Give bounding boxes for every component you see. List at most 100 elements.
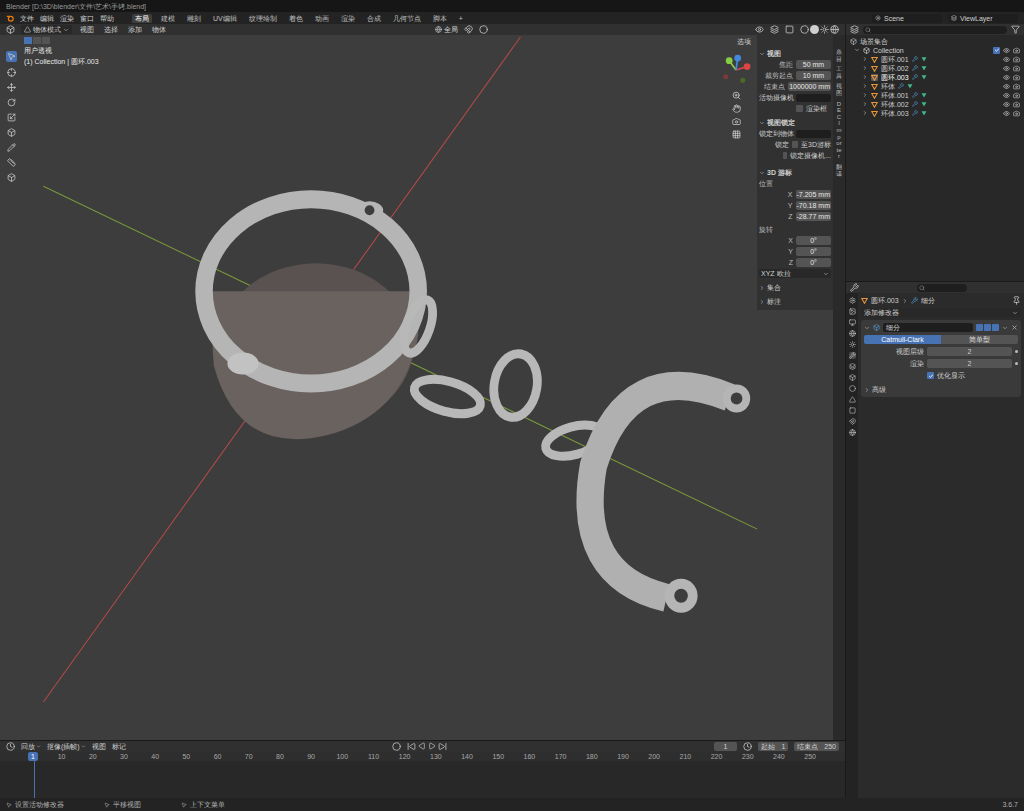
main-menu-item[interactable]: 文件 — [20, 14, 34, 23]
overlay-icon[interactable] — [770, 25, 779, 34]
blender-logo-icon[interactable] — [6, 14, 14, 22]
jump-end-icon[interactable] — [438, 742, 447, 751]
render-icon[interactable] — [1013, 74, 1020, 81]
workspace-tab[interactable]: 着色 — [286, 14, 306, 23]
properties-tab-icon[interactable] — [849, 385, 856, 392]
editor-type-icon[interactable] — [850, 283, 859, 292]
type-option[interactable]: 简单型 — [941, 335, 1018, 344]
sidebar-tab[interactable]: 条目 — [836, 49, 842, 62]
expand-icon[interactable] — [862, 65, 868, 71]
workspace-tab[interactable]: 雕刻 — [184, 14, 204, 23]
viewport-menu[interactable]: 物体 — [150, 25, 168, 34]
select-mode-button[interactable] — [33, 37, 41, 44]
camera-icon[interactable] — [732, 117, 741, 126]
view-layer-selector[interactable]: ViewLayer — [948, 14, 1018, 23]
outliner-row[interactable]: 圆环.003 — [850, 73, 1020, 81]
render-icon[interactable] — [1013, 83, 1020, 90]
editor-type-icon[interactable] — [850, 25, 859, 34]
outliner-row[interactable]: 圆环.002 — [850, 64, 1020, 72]
timeline-body[interactable]: 1020304050607080901001101201301401501601… — [0, 752, 845, 798]
transform-icon[interactable] — [7, 128, 16, 137]
scale-icon[interactable] — [7, 113, 16, 122]
section-header[interactable]: 3D 游标 — [759, 168, 831, 177]
play-reverse-icon[interactable] — [418, 742, 426, 750]
render-icon[interactable] — [830, 25, 839, 34]
clock-icon[interactable] — [743, 742, 752, 751]
advanced-section[interactable]: 高级 — [864, 385, 1018, 394]
workspace-tab[interactable]: 脚本 — [430, 14, 450, 23]
expand-icon[interactable] — [862, 74, 868, 80]
optimal-display-checkbox[interactable] — [927, 372, 934, 379]
visibility-icon[interactable] — [755, 25, 764, 34]
property-field[interactable]: -7.205 mm — [796, 190, 831, 199]
viewport-menu[interactable]: 选择 — [102, 25, 120, 34]
camera-field[interactable] — [796, 94, 831, 102]
render-icon[interactable] — [1013, 65, 1020, 72]
sidebar-tab[interactable]: 翻译 — [836, 164, 842, 177]
timeline-menu[interactable]: 回放 — [21, 742, 41, 751]
options-dropdown[interactable]: 选项 — [737, 37, 751, 46]
outliner-row[interactable]: 环体.003 — [850, 109, 1020, 117]
properties-tab-icon[interactable] — [849, 352, 856, 359]
main-menu-item[interactable]: 编辑 — [40, 14, 54, 23]
annotate-icon[interactable] — [7, 143, 16, 152]
remove-icon[interactable] — [1011, 324, 1018, 331]
mode-dropdown[interactable]: 物体模式 — [21, 25, 72, 34]
properties-tab-icon[interactable] — [849, 308, 856, 315]
edit-mode-toggle[interactable] — [976, 324, 983, 331]
outliner-row[interactable]: 场景集合 — [850, 37, 1020, 45]
properties-tab-icon[interactable] — [849, 407, 856, 414]
solid-shading-icon[interactable] — [810, 25, 819, 34]
main-menu-item[interactable]: 窗口 — [80, 14, 94, 23]
timeline-menu[interactable]: 视图 — [92, 742, 106, 751]
add-cube-icon[interactable] — [7, 173, 16, 182]
workspace-tab[interactable]: 几何节点 — [390, 14, 424, 23]
move-icon[interactable] — [7, 83, 16, 92]
select-mode-button[interactable] — [24, 37, 32, 44]
outliner-row[interactable]: 环体.001 — [850, 91, 1020, 99]
property-field[interactable]: -70.18 mm — [796, 201, 831, 210]
main-menu-item[interactable]: 帮助 — [100, 14, 114, 23]
viewport-toggle[interactable] — [984, 324, 991, 331]
eye-icon[interactable] — [1003, 65, 1010, 72]
workspace-tab[interactable]: 动画 — [312, 14, 332, 23]
expand-icon[interactable] — [862, 83, 868, 89]
expand-icon[interactable] — [854, 47, 860, 53]
properties-tab-icon[interactable] — [849, 396, 856, 403]
outliner-row[interactable]: Collection — [850, 46, 1020, 54]
material-icon[interactable] — [820, 25, 829, 34]
editor-type-icon[interactable] — [6, 25, 15, 34]
outliner-row[interactable]: 圆环.001 — [850, 55, 1020, 63]
outliner-row[interactable]: 环体 — [850, 82, 1020, 90]
properties-tab-icon[interactable] — [849, 374, 856, 381]
proportional-icon[interactable] — [479, 25, 488, 34]
render-icon[interactable] — [1013, 110, 1020, 117]
ortho-icon[interactable] — [732, 130, 741, 139]
properties-tab-icon[interactable] — [849, 330, 856, 337]
expand-icon[interactable] — [862, 101, 868, 107]
workspace-tab[interactable]: 渲染 — [338, 14, 358, 23]
render-icon[interactable] — [1013, 47, 1020, 54]
modifier-name-field[interactable]: 细分 — [883, 323, 973, 332]
workspace-tab[interactable]: + — [456, 14, 466, 23]
measure-icon[interactable] — [7, 158, 16, 167]
render-toggle[interactable] — [992, 324, 999, 331]
jump-start-icon[interactable] — [407, 742, 416, 751]
orientation-dropdown[interactable]: 全局 — [435, 25, 458, 34]
section-header[interactable]: 视图锁定 — [759, 118, 831, 127]
select-tool[interactable] — [6, 51, 17, 62]
rotate-icon[interactable] — [7, 98, 16, 107]
collapse-icon[interactable] — [864, 325, 870, 331]
cursor-icon[interactable] — [7, 68, 16, 77]
snap-icon[interactable] — [464, 25, 473, 34]
workspace-tab[interactable]: 合成 — [364, 14, 384, 23]
property-field[interactable]: -28.77 mm — [796, 212, 831, 221]
render-icon[interactable] — [1013, 56, 1020, 63]
timeline-menu[interactable]: 抠像(插帧) — [47, 742, 86, 751]
properties-tab-icon[interactable] — [849, 418, 856, 425]
current-frame-field[interactable]: 1 — [714, 742, 738, 751]
property-field[interactable]: 0° — [796, 236, 831, 245]
rotation-mode-dropdown[interactable]: XYZ 欧拉 — [759, 269, 831, 278]
property-field[interactable]: 0° — [796, 247, 831, 256]
navigation-gizmo-icon[interactable] — [719, 53, 753, 87]
